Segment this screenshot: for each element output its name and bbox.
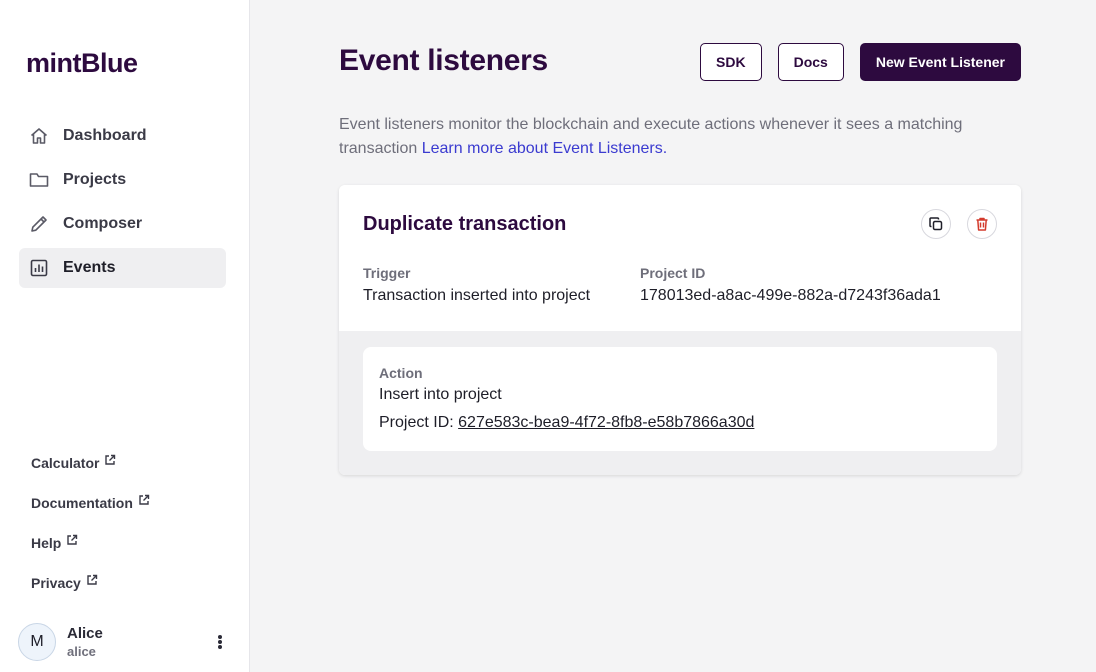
page-title: Event listeners <box>339 44 548 77</box>
sidebar: mintBlue Dashboard Projects Composer Eve… <box>0 0 250 672</box>
external-links: Calculator Documentation Help Privacy <box>31 443 150 603</box>
header-actions: SDK Docs New Event Listener <box>700 43 1021 81</box>
external-link-icon <box>66 534 78 546</box>
sdk-button[interactable]: SDK <box>700 43 762 81</box>
calculator-link[interactable]: Calculator <box>31 443 150 483</box>
avatar: M <box>18 623 56 661</box>
main-content: Event listeners SDK Docs New Event Liste… <box>251 0 1096 672</box>
kebab-menu-icon[interactable] <box>214 632 226 652</box>
project-id-value: 178013ed-a8ac-499e-882a-d7243f36ada1 <box>640 287 941 304</box>
action-project-id: Project ID: 627e583c-bea9-4f72-8fb8-e58b… <box>379 414 754 432</box>
user-profile[interactable]: M Alice alice <box>18 622 240 662</box>
sidebar-item-events[interactable]: Events <box>19 248 226 288</box>
sidebar-item-composer[interactable]: Composer <box>19 204 226 244</box>
home-icon <box>29 126 49 146</box>
sidebar-item-label: Dashboard <box>63 127 147 144</box>
user-name: Alice <box>67 624 103 642</box>
user-info: Alice alice <box>67 625 103 660</box>
sidebar-item-label: Events <box>63 259 116 276</box>
page-description: Event listeners monitor the blockchain a… <box>339 113 1029 161</box>
card-header: Duplicate transaction Trigger Transactio… <box>339 185 1021 331</box>
chart-icon <box>29 258 49 278</box>
privacy-link[interactable]: Privacy <box>31 563 150 603</box>
link-label: Privacy <box>31 575 81 591</box>
user-handle: alice <box>67 643 96 659</box>
action-section: Action Insert into project Project ID: 6… <box>339 331 1021 475</box>
sidebar-item-label: Projects <box>63 171 127 188</box>
project-id-label: Project ID <box>640 265 706 281</box>
action-type: Insert into project <box>379 386 502 403</box>
copy-button[interactable] <box>921 209 951 239</box>
action-box: Action Insert into project Project ID: 6… <box>363 347 997 451</box>
docs-button[interactable]: Docs <box>777 43 844 81</box>
external-link-icon <box>86 574 98 586</box>
learn-more-link[interactable]: Learn more about Event Listeners. <box>422 140 667 157</box>
link-label: Documentation <box>31 495 133 511</box>
copy-icon <box>928 216 944 232</box>
sidebar-item-dashboard[interactable]: Dashboard <box>19 116 226 156</box>
action-label: Action <box>379 365 423 381</box>
delete-button[interactable] <box>967 209 997 239</box>
event-listener-card: Duplicate transaction Trigger Transactio… <box>339 185 1021 475</box>
listener-title: Duplicate transaction <box>363 213 567 235</box>
app-logo[interactable]: mintBlue <box>26 48 138 79</box>
trigger-label: Trigger <box>363 265 411 281</box>
link-label: Calculator <box>31 455 100 471</box>
documentation-link[interactable]: Documentation <box>31 483 150 523</box>
sidebar-item-label: Composer <box>63 215 143 232</box>
sidebar-item-projects[interactable]: Projects <box>19 160 226 200</box>
external-link-icon <box>138 494 150 506</box>
help-link[interactable]: Help <box>31 523 150 563</box>
action-project-id-prefix: Project ID: <box>379 414 454 431</box>
pencil-icon <box>29 214 49 234</box>
trigger-value: Transaction inserted into project <box>363 287 591 304</box>
action-project-id-link[interactable]: 627e583c-bea9-4f72-8fb8-e58b7866a30d <box>458 414 754 431</box>
folder-icon <box>29 170 49 190</box>
new-event-listener-button[interactable]: New Event Listener <box>859 43 1021 81</box>
trash-icon <box>974 216 990 232</box>
link-label: Help <box>31 535 62 551</box>
external-link-icon <box>104 454 116 466</box>
sidebar-nav: Dashboard Projects Composer Events <box>19 116 226 292</box>
